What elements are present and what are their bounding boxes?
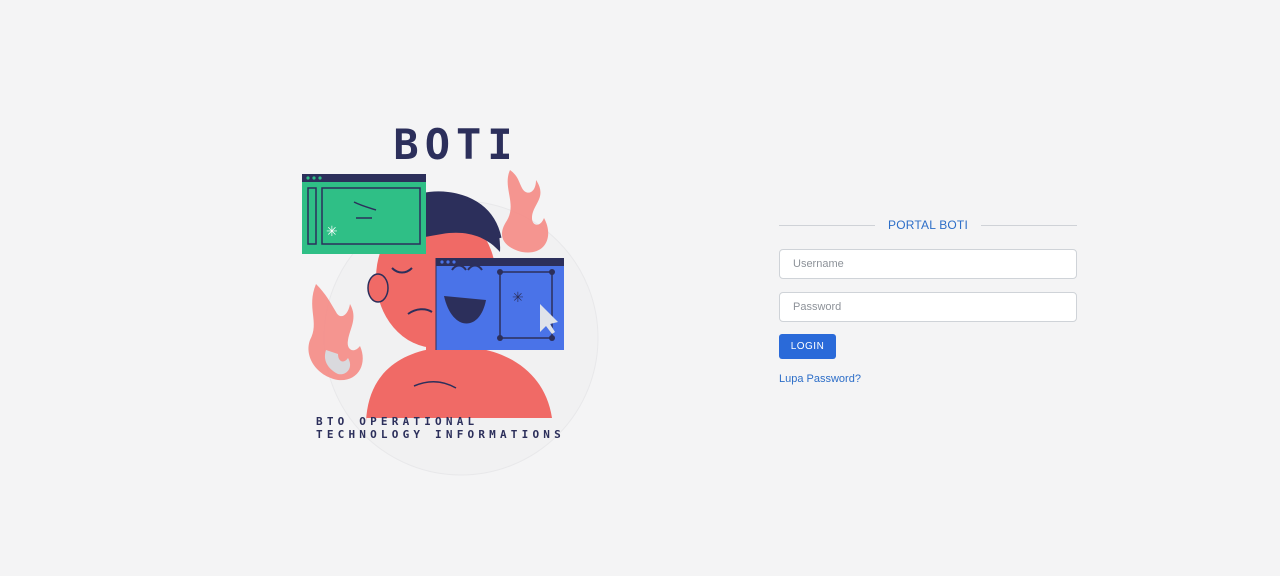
form-title: PORTAL BOTI (888, 218, 968, 232)
header-divider-right (981, 224, 1077, 226)
logo-subtitle-line1: BTO OPERATIONAL (316, 415, 479, 428)
form-header: PORTAL BOTI (779, 214, 1077, 236)
login-page: ✳ ✳ BOTI BTO OPERATIONAL TECHNOLOGY INFO… (0, 0, 1280, 576)
login-button[interactable]: LOGIN (779, 334, 836, 359)
header-divider-left (779, 224, 875, 226)
logo-title: BOTI (393, 120, 519, 169)
login-form: PORTAL BOTI LOGIN Lupa Password? (779, 214, 1077, 387)
svg-text:✳: ✳ (512, 290, 524, 306)
logo-subtitle-line2: TECHNOLOGY INFORMATIONS (316, 428, 565, 441)
forgot-password-link[interactable]: Lupa Password? (779, 373, 861, 385)
svg-text:✳: ✳ (326, 224, 338, 240)
password-input[interactable] (779, 292, 1077, 322)
boti-logo: ✳ ✳ BOTI BTO OPERATIONAL TECHNOLOGY INFO… (296, 118, 606, 480)
username-input[interactable] (779, 249, 1077, 279)
